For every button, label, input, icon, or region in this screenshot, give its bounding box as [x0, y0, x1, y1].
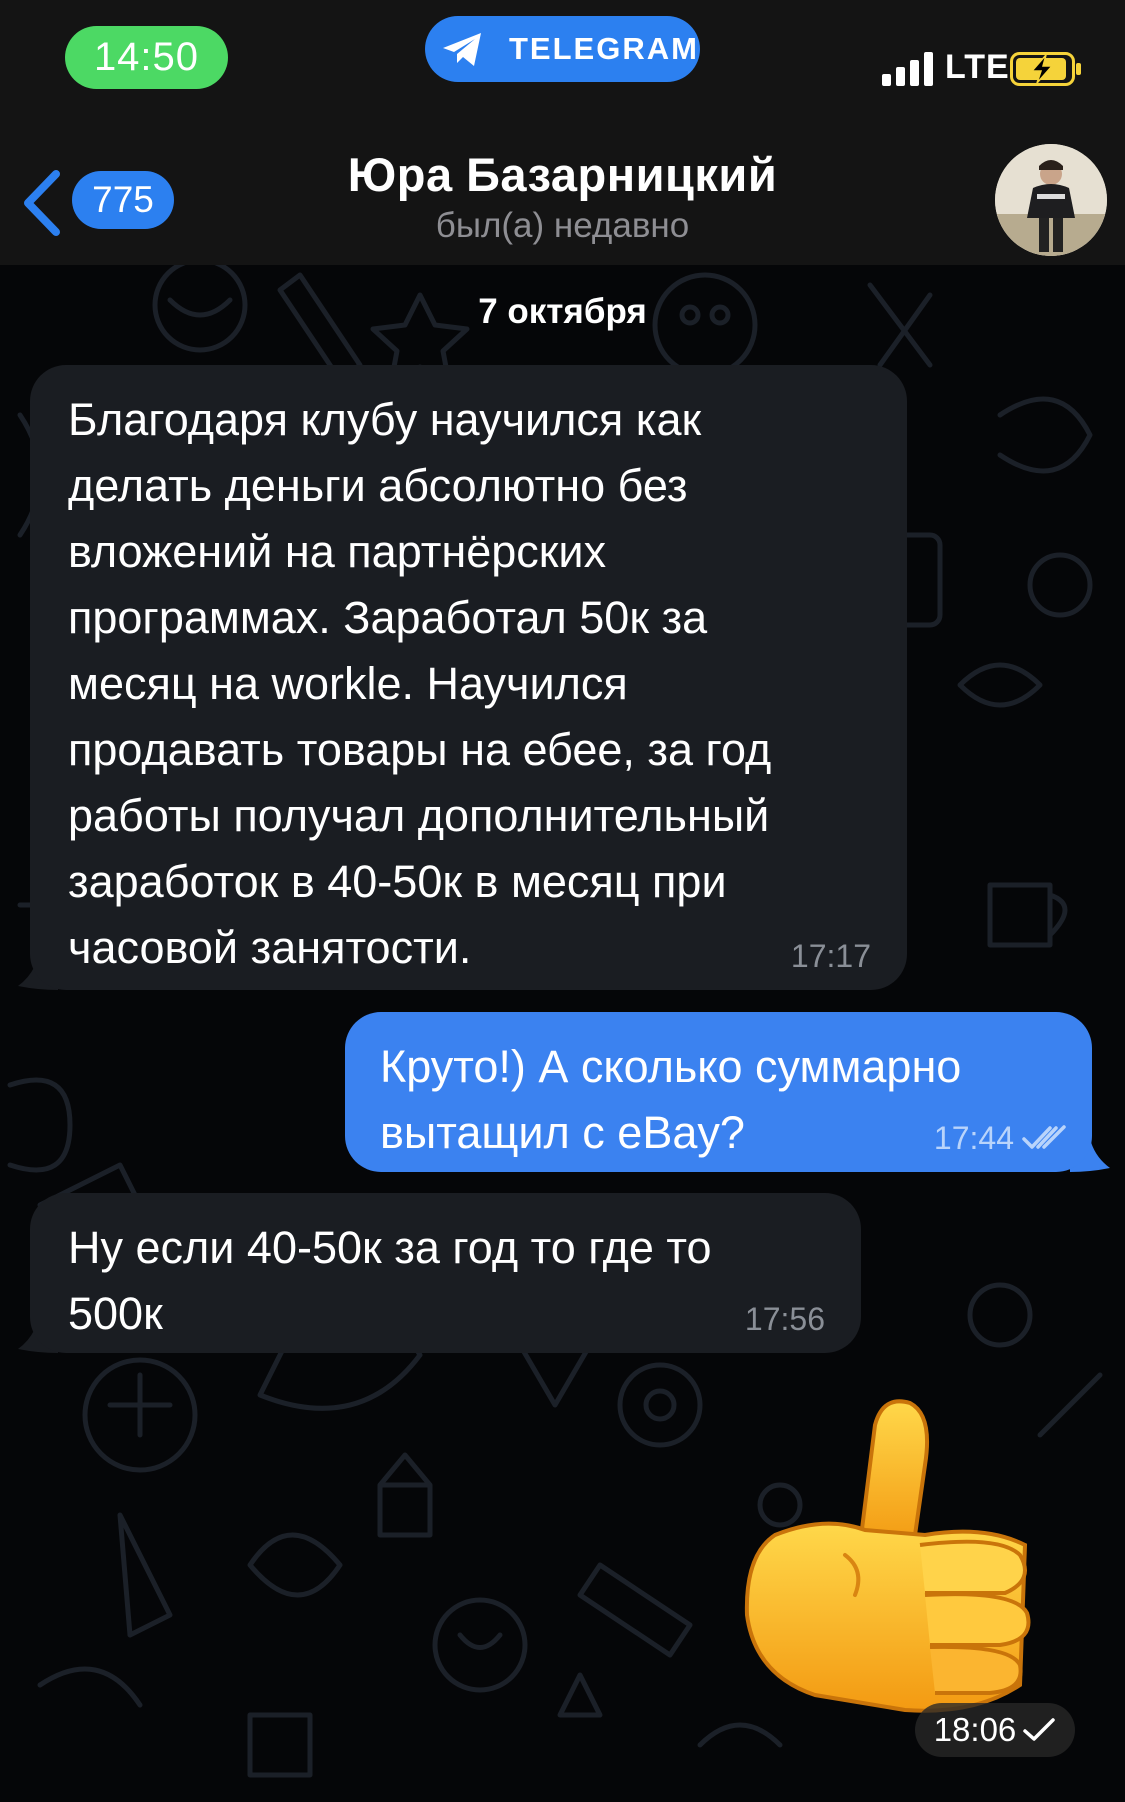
network-type: LTE [945, 48, 1010, 86]
message-meta: 17:56 [745, 1301, 825, 1337]
avatar-photo [995, 144, 1107, 256]
unread-count-badge[interactable]: 775 [72, 171, 174, 229]
thumbs-up-sticker[interactable] [735, 1395, 1065, 1730]
check-icon [1023, 1718, 1056, 1741]
back-chevron-icon[interactable] [20, 168, 65, 238]
chat-header: 775 Юра Базарницкий был(а) недавно [0, 120, 1125, 265]
sticker-meta: 18:06 [915, 1703, 1075, 1757]
message-incoming[interactable]: Благодаря клубу научился как делать день… [30, 365, 907, 990]
message-text: Благодаря клубу научился как делать день… [68, 394, 772, 973]
message-outgoing[interactable]: Круто!) А сколько суммарно вытащил с eBa… [345, 1012, 1092, 1172]
avatar[interactable] [995, 144, 1107, 256]
status-time[interactable]: 14:50 [65, 26, 228, 89]
date-separator: 7 октября [478, 292, 647, 331]
battery-charging-icon [1010, 52, 1081, 86]
signal-bars-icon [882, 52, 933, 86]
message-text: Ну если 40-50к за год то где то 500к [68, 1222, 712, 1339]
message-time: 17:56 [744, 1301, 825, 1337]
telegram-plane-icon [443, 33, 481, 66]
message-meta: 17:17 [791, 938, 871, 974]
message-meta: 17:44 [934, 1120, 1068, 1156]
message-time: 17:44 [933, 1120, 1014, 1156]
double-check-icon [1022, 1125, 1066, 1149]
message-time: 17:17 [790, 938, 871, 974]
contact-name[interactable]: Юра Базарницкий [200, 147, 925, 202]
return-to-telegram-pill[interactable]: TELEGRAM [425, 16, 700, 82]
message-incoming[interactable]: Ну если 40-50к за год то где то 500к 17:… [30, 1193, 861, 1353]
status-bar: 14:50 TELEGRAM LTE [0, 0, 1125, 120]
app-label: TELEGRAM [509, 31, 699, 66]
contact-last-seen: был(а) недавно [435, 206, 690, 245]
message-time: 18:06 [933, 1711, 1017, 1748]
